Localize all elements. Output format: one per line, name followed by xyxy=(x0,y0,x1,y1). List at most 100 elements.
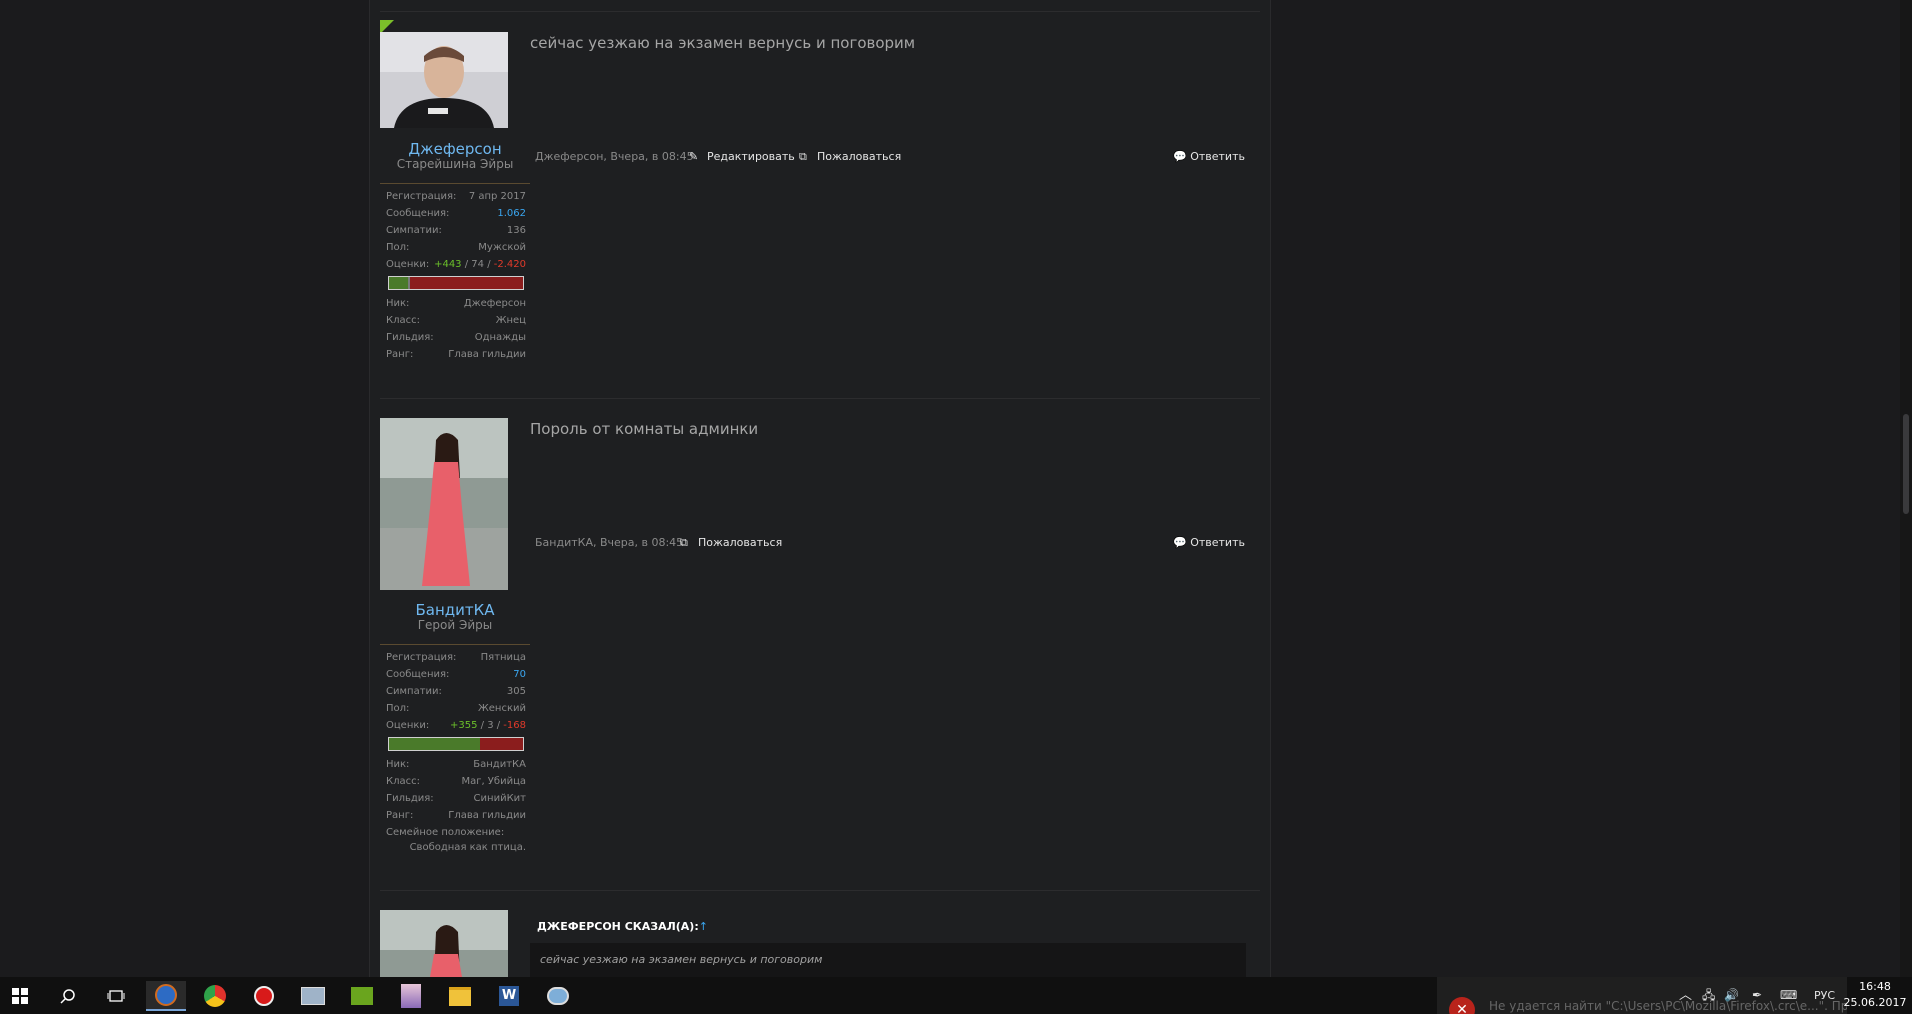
reply-button[interactable]: 💬 Ответить xyxy=(1173,535,1245,551)
stat-guild: Гильдия: Однажды xyxy=(386,331,526,345)
edit-label: Редактировать xyxy=(707,150,795,163)
speech-bubble-icon: 💬 xyxy=(1173,150,1191,163)
stat-value: 7 апр 2017 xyxy=(468,191,526,202)
stat-label: Ник: xyxy=(386,759,410,770)
stat-nick: Ник: БандитКА xyxy=(386,758,526,772)
rating-negative: -2.420 xyxy=(493,259,526,270)
avatar-image-icon xyxy=(380,910,508,977)
user-divider xyxy=(380,644,530,645)
taskbar-app-paint[interactable] xyxy=(538,981,578,1011)
quote-jump-arrow-icon[interactable]: ↑ xyxy=(699,920,708,933)
stat-value: Маг, Убийца xyxy=(461,776,526,787)
stat-family: Семейное положение: xyxy=(386,826,526,840)
avatar[interactable] xyxy=(380,910,508,977)
stat-label: Симпатии: xyxy=(386,225,442,236)
stat-value: Жнец xyxy=(495,315,526,326)
stat-ratings: Оценки: +355 / 3 / -168 xyxy=(386,719,526,733)
stat-rank: Ранг: Глава гильдии xyxy=(386,348,526,362)
post-separator xyxy=(380,11,1260,12)
keyboard-icon[interactable]: ⌨ xyxy=(1780,977,1797,1014)
stat-value: Однажды xyxy=(474,332,526,343)
post-separator xyxy=(380,398,1260,399)
stat-nick: Ник: Джеферсон xyxy=(386,297,526,311)
report-label: Пожаловаться xyxy=(698,536,783,549)
language-indicator[interactable]: РУС xyxy=(1814,977,1835,1014)
edit-button[interactable]: ✎ Редактировать xyxy=(689,149,795,165)
rating-sep: / xyxy=(461,259,472,270)
post-meta[interactable]: БандитКА, Вчера, в 08:45 xyxy=(535,535,683,551)
stat-label: Оценки: xyxy=(386,259,430,270)
stat-label: Класс: xyxy=(386,315,420,326)
taskbar-app-nvidia[interactable] xyxy=(342,981,382,1011)
stat-gender: Пол: Мужской xyxy=(386,241,526,255)
stat-value: Пятница xyxy=(480,652,526,663)
stat-messages: Сообщения: 1.062 xyxy=(386,207,526,221)
task-view-button[interactable] xyxy=(96,981,136,1011)
rating-bar-positive xyxy=(389,277,408,289)
tray-overflow-chevron-icon[interactable]: ︿ xyxy=(1679,977,1692,1014)
post-message: сейчас уезжаю на экзамен вернусь и погов… xyxy=(530,34,916,52)
taskbar-app-chrome[interactable] xyxy=(195,981,235,1011)
stat-label: Ранг: xyxy=(386,810,414,821)
taskbar-app-explorer[interactable] xyxy=(440,981,480,1011)
clock-time: 16:48 xyxy=(1859,980,1891,993)
stat-label: Семейное положение: xyxy=(386,827,505,838)
report-icon: ⧉ xyxy=(799,150,807,163)
stat-label: Регистрация: xyxy=(386,652,457,663)
stat-value: Джеферсон xyxy=(463,298,526,309)
user-title: Герой Эйры xyxy=(417,618,493,632)
username[interactable]: Джеферсон xyxy=(380,140,530,158)
stat-label: Класс: xyxy=(386,776,420,787)
rating-bar xyxy=(388,737,524,751)
stat-value: 136 xyxy=(506,225,526,236)
rating-neutral: 74 xyxy=(471,259,485,270)
rating-sep: / xyxy=(484,259,494,270)
search-button[interactable] xyxy=(48,981,88,1011)
stat-value-link[interactable]: 1.062 xyxy=(497,207,526,221)
stat-label: Симпатии: xyxy=(386,686,442,697)
stat-label: Регистрация: xyxy=(386,191,457,202)
stat-guild: Гильдия: СинийКит xyxy=(386,792,526,806)
taskbar-app-word[interactable]: W xyxy=(489,981,529,1011)
chrome-icon xyxy=(204,985,226,1007)
rating-values: +355 / 3 / -168 xyxy=(450,719,526,733)
avatar[interactable] xyxy=(380,418,508,590)
stat-value: Глава гильдии xyxy=(448,349,526,360)
taskbar-app-game[interactable] xyxy=(391,981,431,1011)
stat-value: СинийКит xyxy=(473,793,526,804)
stat-value: Свободная как птица. xyxy=(409,842,526,853)
rating-bar xyxy=(388,276,524,290)
volume-icon[interactable]: 🔊 xyxy=(1724,977,1739,1014)
speech-bubble-icon: 💬 xyxy=(1173,536,1191,549)
stat-label: Ранг: xyxy=(386,349,414,360)
reply-button[interactable]: 💬 Ответить xyxy=(1173,149,1245,165)
taskbar-app-network[interactable] xyxy=(293,981,333,1011)
quote-box: сейчас уезжаю на экзамен вернусь и погов… xyxy=(530,943,1246,977)
taskbar-app-browser[interactable] xyxy=(146,981,186,1011)
post-meta[interactable]: Джеферсон, Вчера, в 08:45 xyxy=(535,149,694,165)
stat-value: Женский xyxy=(478,703,526,714)
username[interactable]: БандитКА xyxy=(380,601,530,619)
clock[interactable]: 16:48 25.06.2017 xyxy=(1840,979,1910,1011)
network-icon[interactable]: 🖧 xyxy=(1702,977,1715,1014)
taskbar-app-recorder[interactable] xyxy=(244,981,284,1011)
avatar-image-icon xyxy=(380,418,508,590)
browser-icon xyxy=(155,984,177,1006)
quote-author: ДЖЕФЕРСОН СКАЗАЛ(А): xyxy=(537,920,699,933)
error-icon: ✕ xyxy=(1449,997,1475,1014)
rating-bar-positive xyxy=(389,738,481,750)
quote-header: ДЖЕФЕРСОН СКАЗАЛ(А):↑ xyxy=(537,920,708,933)
avatar[interactable] xyxy=(380,32,508,128)
word-icon: W xyxy=(499,986,519,1006)
scrollbar-thumb[interactable] xyxy=(1903,414,1909,514)
stat-registration: Регистрация: Пятница xyxy=(386,651,526,665)
pen-icon[interactable]: ✒ xyxy=(1752,977,1762,1014)
stat-value: Глава гильдии xyxy=(448,810,526,821)
rating-sep: / xyxy=(493,720,504,731)
stat-label: Гильдия: xyxy=(386,793,434,804)
report-button[interactable]: ⧉ Пожаловаться xyxy=(799,149,901,165)
stat-value-link[interactable]: 70 xyxy=(513,668,526,682)
stat-likes: Симпатии: 305 xyxy=(386,685,526,699)
report-button[interactable]: ⧉ Пожаловаться xyxy=(680,535,782,551)
start-button[interactable] xyxy=(0,981,40,1011)
